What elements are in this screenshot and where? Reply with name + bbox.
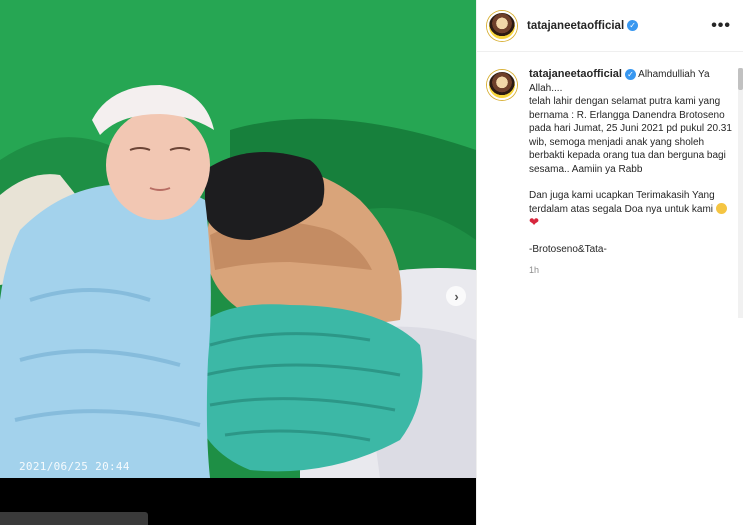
username-text: tatajaneetaofficial — [527, 19, 625, 32]
post-header: tatajaneetaofficial ✓ ••• — [477, 0, 743, 52]
more-options-button[interactable]: ••• — [711, 17, 731, 34]
caption-username[interactable]: tatajaneetaofficial — [529, 68, 622, 80]
verified-badge-icon: ✓ — [624, 68, 636, 80]
post-time-ago[interactable]: 1h — [529, 264, 735, 278]
post-media: 2021/06/25 20:44 › — [0, 0, 476, 525]
horizontal-scrollbar[interactable] — [0, 512, 148, 525]
heart-icon: ❤ — [529, 215, 540, 229]
smiling-face-icon — [715, 202, 727, 214]
caption-avatar[interactable] — [487, 70, 517, 100]
post-photo — [0, 0, 476, 478]
photo-timestamp: 2021/06/25 20:44 — [19, 460, 130, 473]
comments-scrollbar[interactable] — [738, 68, 743, 318]
caption-body: tatajaneetaofficial ✓ Alhamdulliah Ya All… — [529, 68, 735, 278]
chevron-right-icon: › — [454, 288, 459, 304]
caption-paragraph: Dan juga kami ucapkan Terimakasih Yang t… — [529, 190, 715, 215]
caption-comment: tatajaneetaofficial ✓ Alhamdulliah Ya All… — [487, 68, 737, 278]
comments-scroll-thumb[interactable] — [738, 68, 743, 90]
username-link[interactable]: tatajaneetaofficial ✓ — [527, 19, 639, 32]
caption-paragraph: telah lahir dengan selamat putra kami ya… — [529, 96, 732, 175]
caption-signature: -Brotoseno&Tata- — [529, 243, 607, 255]
next-photo-button[interactable]: › — [446, 286, 466, 306]
avatar[interactable] — [487, 10, 517, 41]
verified-badge-icon: ✓ — [627, 19, 639, 31]
post-sidebar: tatajaneetaofficial ✓ ••• tatajaneetaoffi… — [476, 0, 743, 525]
